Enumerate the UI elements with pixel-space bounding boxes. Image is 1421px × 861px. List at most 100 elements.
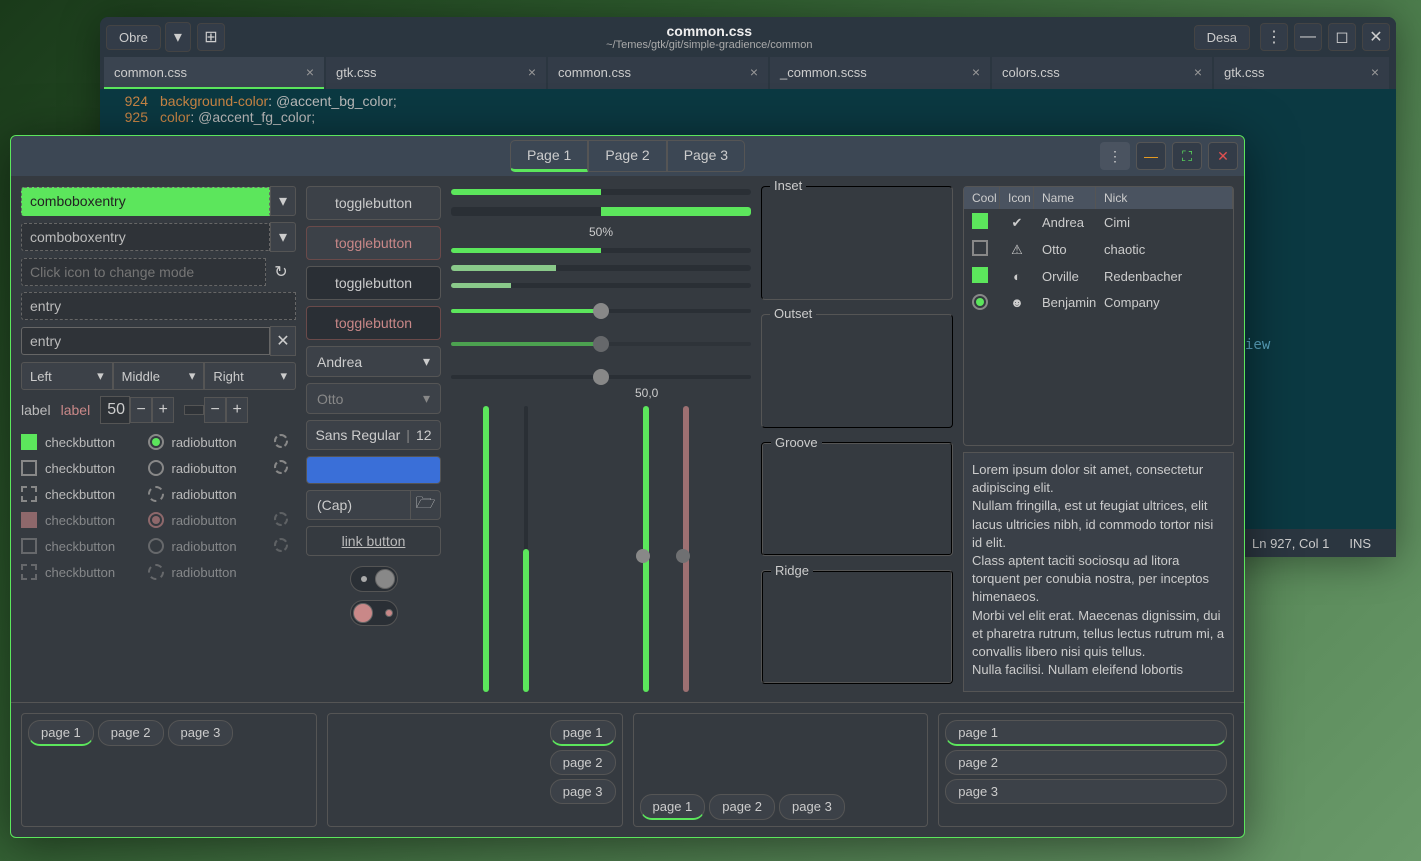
clear-icon[interactable]: ✕ [270, 326, 296, 356]
notebook-tab[interactable]: page 1 [550, 720, 616, 746]
tab-gtk-css-2[interactable]: gtk.css× [1214, 57, 1389, 89]
dropdown-icon[interactable]: ▾ [270, 222, 296, 252]
checkbutton[interactable]: checkbutton [21, 434, 142, 450]
toggle-button[interactable]: togglebutton [306, 186, 441, 220]
entry-input[interactable] [21, 327, 270, 355]
dialog-tab-page1[interactable]: Page 1 [510, 140, 588, 172]
save-button[interactable]: Desa [1194, 25, 1250, 50]
spin-minus-icon[interactable]: − [130, 397, 152, 423]
vscale-3[interactable]: 50,0 [641, 406, 651, 692]
dialog-tab-page3[interactable]: Page 3 [667, 140, 745, 172]
open-dropdown[interactable]: ▾ [165, 22, 191, 52]
scale-horizontal[interactable] [451, 303, 751, 318]
tab-common-scss[interactable]: _common.scss× [770, 57, 990, 89]
checkbutton[interactable]: checkbutton [21, 486, 142, 502]
notebook-tab[interactable]: page 1 [28, 720, 94, 746]
checkbox-icon[interactable] [972, 267, 988, 283]
dialog-close-button[interactable]: ✕ [1208, 142, 1238, 170]
notebook-tab[interactable]: page 2 [98, 720, 164, 746]
notebook-tab[interactable]: page 2 [945, 750, 1227, 775]
scale-thumb[interactable] [593, 303, 609, 319]
combo-left[interactable]: Left▾ [21, 362, 113, 390]
notebook-tab[interactable]: page 1 [945, 720, 1227, 746]
refresh-icon[interactable]: ↻ [266, 262, 296, 282]
tab-close-icon[interactable]: × [750, 64, 758, 80]
link-button[interactable]: link button [306, 526, 441, 556]
radiobutton[interactable]: radiobutton [148, 460, 269, 476]
tab-common-css[interactable]: common.css× [104, 57, 324, 89]
radiobutton[interactable]: radiobutton [148, 486, 269, 502]
spin-button[interactable]: 50 − + [100, 396, 174, 424]
tree-row[interactable]: ☻BenjaminCompany [964, 290, 1233, 314]
entry-input[interactable] [21, 258, 266, 286]
notebook-tab[interactable]: page 3 [550, 779, 616, 804]
column-icon[interactable]: Icon [1000, 187, 1034, 209]
combobox-entry-2[interactable]: ▾ [21, 222, 296, 252]
spin-value[interactable]: 50 [100, 396, 130, 424]
combo-middle[interactable]: Middle▾ [113, 362, 205, 390]
tab-common-css-2[interactable]: common.css× [548, 57, 768, 89]
notebook-tab[interactable]: page 3 [168, 720, 234, 746]
textview[interactable]: Lorem ipsum dolor sit amet, consectetur … [963, 452, 1234, 692]
combobox-input[interactable] [21, 223, 270, 251]
toggle-button-destructive[interactable]: togglebutton [306, 226, 441, 260]
combo-right[interactable]: Right▾ [204, 362, 296, 390]
combobox-input[interactable] [21, 187, 270, 216]
new-tab-button[interactable]: ⊞ [197, 23, 225, 51]
color-button[interactable] [306, 456, 441, 484]
tab-close-icon[interactable]: × [528, 64, 536, 80]
dropdown-icon[interactable]: ▾ [270, 186, 296, 216]
toggle-button-destructive-pressed[interactable]: togglebutton [306, 306, 441, 340]
scale-thumb[interactable] [593, 369, 609, 385]
notebook-tab[interactable]: page 2 [550, 750, 616, 775]
switch-on[interactable] [350, 566, 398, 592]
tab-close-icon[interactable]: × [972, 64, 980, 80]
notebook-tab[interactable]: page 3 [945, 779, 1227, 804]
open-button[interactable]: Obre [106, 25, 161, 50]
hamburger-button[interactable]: ⋮ [1260, 23, 1288, 51]
triple-combo: Left▾ Middle▾ Right▾ [21, 362, 296, 390]
entry-input[interactable] [21, 292, 296, 320]
tree-row[interactable]: ✔AndreaCimi [964, 209, 1233, 236]
tab-close-icon[interactable]: × [1371, 64, 1379, 80]
icon-entry[interactable]: ↻ [21, 258, 296, 286]
column-nick[interactable]: Nick [1096, 187, 1233, 209]
maximize-button[interactable]: ◻ [1328, 23, 1356, 51]
checkbox-icon[interactable] [972, 240, 988, 256]
font-button[interactable]: Sans Regular|12 [306, 420, 441, 450]
close-button[interactable]: ✕ [1362, 23, 1390, 51]
checkbox-icon[interactable] [972, 213, 988, 229]
scale-thumb[interactable] [636, 549, 650, 563]
column-cool[interactable]: Cool [964, 187, 1000, 209]
tab-gtk-css[interactable]: gtk.css× [326, 57, 546, 89]
dialog-menu-button[interactable]: ⋮ [1100, 142, 1130, 170]
tab-close-icon[interactable]: × [1194, 64, 1202, 80]
minimize-button[interactable]: — [1294, 23, 1322, 51]
treeview[interactable]: Cool Icon Name Nick ✔AndreaCimi ⚠Ottocha… [963, 186, 1234, 446]
notebook-tab[interactable]: page 1 [640, 794, 706, 820]
code-area[interactable]: 924background-color: @accent_bg_color; 9… [100, 89, 1396, 129]
combo-andrea[interactable]: Andrea▾ [306, 346, 441, 377]
scale-horizontal-marks[interactable] [451, 369, 751, 384]
checkbutton[interactable]: checkbutton [21, 460, 142, 476]
vscale-2[interactable] [521, 406, 531, 692]
dialog-minimize-button[interactable]: — [1136, 142, 1166, 170]
notebook-tab[interactable]: page 2 [709, 794, 775, 820]
toggle-button-pressed[interactable]: togglebutton [306, 266, 441, 300]
tab-close-icon[interactable]: × [306, 64, 314, 80]
radiobutton[interactable]: radiobutton [148, 434, 269, 450]
column-name[interactable]: Name [1034, 187, 1096, 209]
tree-row[interactable]: ⚠Ottochaotic [964, 236, 1233, 263]
tree-row[interactable]: ◐OrvilleRedenbacher [964, 263, 1233, 290]
file-button[interactable]: (Cap)🗁 [306, 490, 441, 520]
tab-colors-css[interactable]: colors.css× [992, 57, 1212, 89]
dialog-tab-page2[interactable]: Page 2 [588, 140, 666, 172]
dialog-maximize-button[interactable]: ⛶ [1172, 142, 1202, 170]
vscale-1[interactable] [481, 406, 491, 692]
entry-3[interactable] [21, 292, 296, 320]
entry-4[interactable]: ✕ [21, 326, 296, 356]
spin-plus-icon[interactable]: + [152, 397, 174, 423]
notebook-tab[interactable]: page 3 [779, 794, 845, 820]
combobox-entry-1[interactable]: ▾ [21, 186, 296, 216]
radio-icon[interactable] [972, 294, 988, 310]
